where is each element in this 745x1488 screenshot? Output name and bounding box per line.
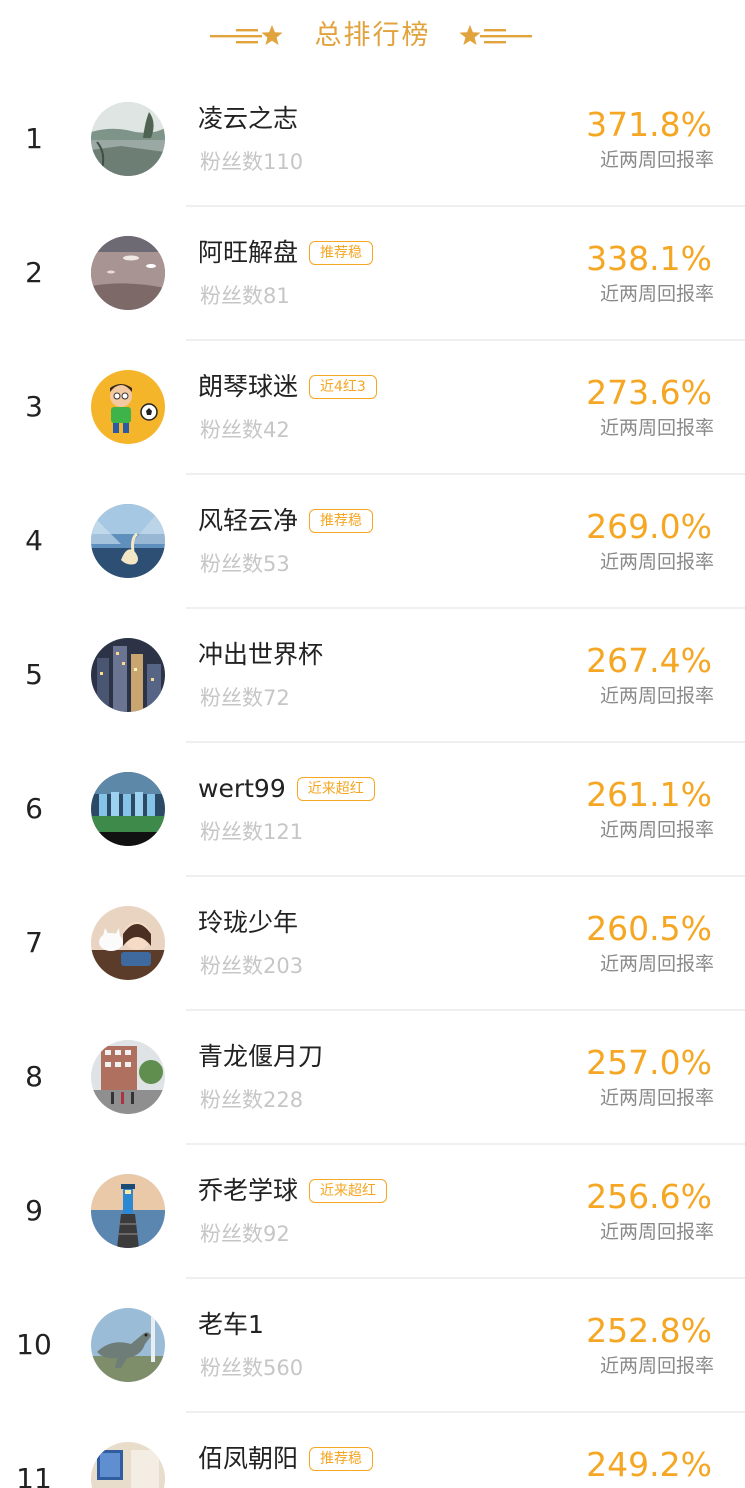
name-line: 凌云之志 xyxy=(198,101,298,137)
user-name[interactable]: 冲出世界杯 xyxy=(198,638,323,672)
ranking-row[interactable]: 7 玲珑少年粉丝数203 260.5% 近两周回报率 xyxy=(0,877,745,1011)
ranking-row[interactable]: 8 青龙偃月刀粉丝数228 257.0% 近两周回报率 xyxy=(0,1011,745,1145)
user-name[interactable]: 凌云之志 xyxy=(198,102,298,136)
return-rate-label: 近两周回报率 xyxy=(599,819,714,841)
girl-with-cat-avatar[interactable] xyxy=(91,906,165,980)
return-rate: 261.1% xyxy=(586,775,712,814)
boats-harbor-avatar[interactable] xyxy=(91,236,165,310)
page-title: 总排行榜 xyxy=(314,20,431,51)
rank-number: 8 xyxy=(25,1060,43,1093)
return-rate: 257.0% xyxy=(586,1043,712,1082)
return-rate-label: 近两周回报率 xyxy=(599,1355,714,1377)
rank-number: 7 xyxy=(25,926,43,959)
user-name[interactable]: 乔老学球 xyxy=(198,1174,298,1208)
rank-number: 6 xyxy=(25,792,43,825)
return-rate-label: 近两周回报率 xyxy=(599,685,714,707)
status-tag: 近来超红 xyxy=(309,1179,388,1203)
status-tag: 近来超红 xyxy=(296,777,375,801)
status-tag: 推荐稳 xyxy=(309,1447,374,1471)
user-name[interactable]: wert99 xyxy=(198,772,286,806)
user-name[interactable]: 佰凤朝阳 xyxy=(198,1442,298,1476)
rank-number: 10 xyxy=(16,1328,52,1361)
return-rate: 273.6% xyxy=(586,373,712,412)
name-line: 风轻云净 推荐稳 xyxy=(198,503,374,539)
leaderboard-page: 总排行榜 1 凌云之志 粉丝数110 371.8% 近两周回报率 2 阿旺解盘 推荐稳 粉丝… xyxy=(0,0,745,1488)
ranking-row[interactable]: 4 风轻云净 推荐稳 粉丝数53 269.0% 近两周回报率 xyxy=(0,475,745,609)
ranking-row[interactable]: 9 乔老学球 近来超红 粉丝数92 256.6% 近两周回报率 xyxy=(0,1145,745,1279)
city-night-avatar[interactable] xyxy=(91,638,165,712)
rank-number: 5 xyxy=(25,658,43,691)
return-rate-label: 近两周回报率 xyxy=(599,417,714,439)
cartoon-soccer-boy-avatar[interactable] xyxy=(91,370,165,444)
rank-number: 1 xyxy=(25,122,43,155)
user-name[interactable]: 青龙偃月刀 xyxy=(198,1040,323,1074)
name-line: 阿旺解盘 推荐稳 xyxy=(198,235,374,271)
fans-count: 粉丝数110 xyxy=(200,150,304,174)
return-rate: 249.2% xyxy=(586,1445,712,1484)
living-room-avatar[interactable] xyxy=(91,1442,165,1488)
dinosaur-avatar[interactable] xyxy=(91,1308,165,1382)
star-line-right-icon xyxy=(456,22,532,50)
return-rate-label: 近两周回报率 xyxy=(599,1221,714,1243)
user-name[interactable]: 玲珑少年 xyxy=(198,906,298,940)
return-rate: 269.0% xyxy=(586,507,712,546)
return-rate-label: 近两周回报率 xyxy=(599,283,714,305)
ranking-row[interactable]: 10 老车1 粉丝数560 252.8% 近两周回报率 xyxy=(0,1279,745,1413)
leaderboard-header: 总排行榜 xyxy=(0,0,745,72)
ranking-row[interactable]: 6 wert99 近来超红粉丝数121 261.1% 近两周回报率 xyxy=(0,743,745,877)
ranking-row[interactable]: 11 佰凤朝阳 推荐稳 249.2% xyxy=(0,1413,745,1488)
ranking-row[interactable]: 2 阿旺解盘 推荐稳 粉丝数81 338.1% 近两周回报率 xyxy=(0,207,745,341)
lighthouse-avatar[interactable] xyxy=(91,1174,165,1248)
fans-count: 粉丝数42 xyxy=(200,418,290,442)
fans-count: 粉丝数92 xyxy=(200,1222,290,1246)
return-rate-label: 近两周回报率 xyxy=(599,551,714,573)
rank-number: 9 xyxy=(25,1194,43,1227)
name-line: 冲出世界杯 xyxy=(198,637,323,673)
name-line: wert99 近来超红 xyxy=(198,771,375,807)
rank-number: 3 xyxy=(25,390,43,423)
fans-count: 粉丝数53 xyxy=(200,552,290,576)
name-line: 青龙偃月刀 xyxy=(198,1039,323,1075)
return-rate: 338.1% xyxy=(586,239,712,278)
fans-count: 粉丝数72 xyxy=(200,686,290,710)
rank-number: 4 xyxy=(25,524,43,557)
return-rate: 252.8% xyxy=(586,1311,712,1350)
return-rate: 371.8% xyxy=(586,105,712,144)
fans-count: 粉丝数81 xyxy=(200,284,290,308)
user-name[interactable]: 老车1 xyxy=(198,1308,264,1342)
return-rate-label: 近两周回报率 xyxy=(599,953,714,975)
status-tag: 近4红3 xyxy=(309,375,377,399)
fans-count: 粉丝数203 xyxy=(200,954,304,978)
return-rate: 267.4% xyxy=(586,641,712,680)
building-street-avatar[interactable] xyxy=(91,1040,165,1114)
football-team-avatar[interactable] xyxy=(91,772,165,846)
name-line: 玲珑少年 xyxy=(198,905,298,941)
user-name[interactable]: 朗琴球迷 xyxy=(198,370,298,404)
rank-number: 11 xyxy=(16,1462,52,1488)
swan-avatar[interactable] xyxy=(91,504,165,578)
fans-count: 粉丝数121 xyxy=(200,820,304,844)
user-name[interactable]: 阿旺解盘 xyxy=(198,236,298,270)
status-tag: 推荐稳 xyxy=(309,509,374,533)
name-line: 乔老学球 近来超红 xyxy=(198,1173,388,1209)
return-rate: 256.6% xyxy=(586,1177,712,1216)
name-line: 老车1 xyxy=(198,1307,264,1343)
rank-number: 2 xyxy=(25,256,43,289)
return-rate: 260.5% xyxy=(586,909,712,948)
return-rate-label: 近两周回报率 xyxy=(599,1087,714,1109)
ranking-row[interactable]: 3 朗琴球迷 近4红3 粉丝数42 273.6% 近两周回报率 xyxy=(0,341,745,475)
return-rate-label: 近两周回报率 xyxy=(599,149,714,171)
ranking-list: 1 凌云之志 粉丝数110 371.8% 近两周回报率 2 阿旺解盘 推荐稳 粉丝数81 33… xyxy=(0,73,745,1488)
fans-count: 粉丝数560 xyxy=(200,1356,304,1380)
fans-count: 粉丝数228 xyxy=(200,1088,304,1112)
name-line: 朗琴球迷 近4红3 xyxy=(198,369,377,405)
status-tag: 推荐稳 xyxy=(309,241,374,265)
ranking-row[interactable]: 5 冲出世界杯粉丝数72 267.4% 近两周回报率 xyxy=(0,609,745,743)
ranking-row[interactable]: 1 凌云之志粉丝数110 371.8% 近两周回报率 xyxy=(0,73,745,207)
lake-landscape-avatar[interactable] xyxy=(91,102,165,176)
user-name[interactable]: 风轻云净 xyxy=(198,504,298,538)
name-line: 佰凤朝阳 推荐稳 xyxy=(198,1441,374,1477)
